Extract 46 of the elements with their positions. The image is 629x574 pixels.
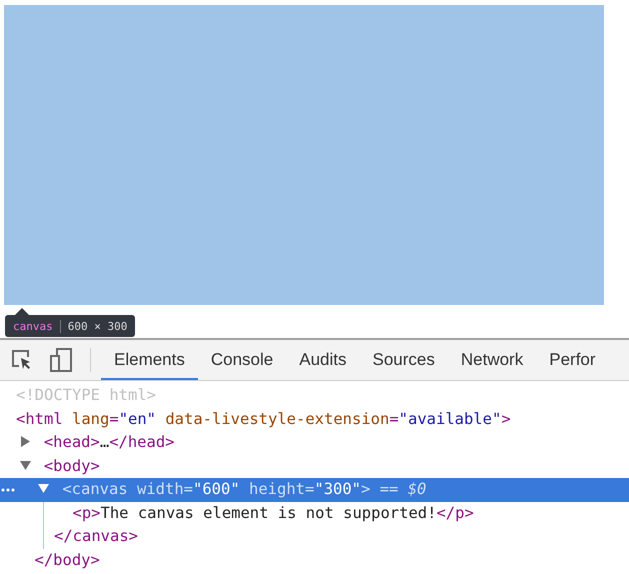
code-token: width bbox=[136, 480, 184, 498]
code-token: … bbox=[100, 433, 110, 451]
dom-tree-row[interactable]: <head>…</head> bbox=[0, 431, 629, 454]
code-token: "available" bbox=[398, 410, 502, 428]
code-token: The canvas element is not supported! bbox=[100, 504, 436, 522]
dom-tree-row[interactable]: <canvas width="600" height="300"> == $0 bbox=[0, 478, 629, 502]
code-token: data-livestyle-extension bbox=[164, 410, 390, 428]
devtools-tab[interactable]: Audits bbox=[286, 340, 360, 380]
code-token: </body> bbox=[34, 550, 100, 568]
device-toggle-icon[interactable] bbox=[49, 348, 73, 372]
code-token: "en" bbox=[118, 410, 156, 428]
expand-arrow-down-icon[interactable] bbox=[20, 460, 30, 470]
code-token: <body> bbox=[44, 456, 100, 474]
devtools-tab[interactable]: Sources bbox=[360, 340, 448, 380]
code-token: = bbox=[389, 410, 399, 428]
code-token: <html bbox=[16, 410, 63, 428]
code-token: <head> bbox=[44, 433, 100, 451]
code-token: "300" bbox=[314, 480, 362, 498]
devtools-tab[interactable]: Console bbox=[198, 340, 286, 380]
code-token: "600" bbox=[193, 480, 240, 498]
expand-arrow-down-icon[interactable] bbox=[38, 483, 49, 494]
code-token: lang bbox=[71, 410, 110, 428]
code-token: height bbox=[248, 480, 306, 498]
dom-tree-row[interactable]: <body> bbox=[0, 454, 629, 478]
code-token: </p> bbox=[436, 504, 474, 522]
code-token: <!DOCTYPE html> bbox=[16, 386, 156, 404]
expand-arrow-right-icon[interactable] bbox=[20, 436, 30, 447]
code-token: = bbox=[184, 480, 194, 498]
inspect-cursor-icon[interactable] bbox=[11, 349, 33, 371]
code-token: <p> bbox=[72, 504, 100, 522]
tooltip-tag: canvas bbox=[13, 320, 61, 332]
code-token: <canvas bbox=[62, 480, 128, 498]
code-token: > bbox=[501, 410, 511, 428]
tooltip-size: 600 × 300 bbox=[66, 320, 128, 332]
devtools-tab[interactable]: Perfor bbox=[536, 340, 609, 380]
code-token: > bbox=[361, 480, 370, 498]
code-token: </canvas> bbox=[54, 527, 138, 545]
dom-tree-row[interactable]: <html lang="en" data-livestyle-extension="available"> bbox=[0, 408, 629, 431]
dom-tree-row[interactable]: <p>The canvas element is not supported!</p> bbox=[44, 502, 629, 525]
code-token: = bbox=[109, 410, 119, 428]
devtools-tab[interactable]: Elements bbox=[101, 340, 198, 380]
code-token: </head> bbox=[109, 433, 175, 451]
code-token: = bbox=[305, 480, 314, 498]
devtools-tab[interactable]: Network bbox=[448, 340, 536, 380]
more-icon[interactable] bbox=[1, 488, 15, 492]
selection-marker: == $0 bbox=[378, 480, 426, 498]
